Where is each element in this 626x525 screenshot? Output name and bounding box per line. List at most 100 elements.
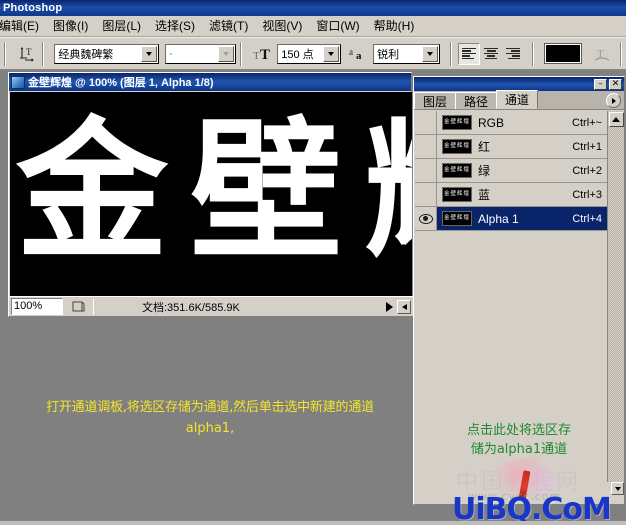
channel-list: 金壁辉煌 RGB Ctrl+~ 金壁辉煌 红 Ctrl+1 金壁辉煌 绿 Ctr… [415, 111, 608, 231]
channel-name-green: 绿 [478, 164, 491, 178]
channel-row-blue[interactable]: 金壁辉煌 蓝 Ctrl+3 [415, 183, 608, 207]
anti-alias-icon: a a [346, 41, 370, 66]
font-style-value: - [168, 47, 173, 60]
text-align-group [458, 42, 525, 65]
font-family-value: 经典魏碑繁 [58, 48, 114, 61]
tab-paths[interactable]: 路径 [455, 92, 498, 109]
font-style-select[interactable]: - [164, 43, 236, 64]
document-window: 金壁辉煌 @ 100% (图层 1, Alpha 1/8) 金壁辉 100% 文… [8, 72, 413, 317]
menu-window[interactable]: 窗口(W) [309, 17, 366, 36]
chevron-down-icon-4[interactable] [422, 45, 439, 62]
font-family-select[interactable]: 经典魏碑繁 [54, 43, 159, 64]
document-title: 金壁辉煌 @ 100% (图层 1, Alpha 1/8) [28, 77, 214, 89]
options-separator-6 [620, 41, 623, 66]
tool-options-bar: T 经典魏碑繁 - T T 150 点 a a 锐利 T [0, 37, 626, 70]
chevron-down-icon[interactable] [140, 45, 157, 62]
options-separator-5 [532, 41, 535, 66]
anti-alias-value: 锐利 [377, 48, 400, 61]
app-title: Photoshop [3, 2, 63, 14]
visibility-toggle-rgb[interactable] [415, 111, 437, 134]
annotation-green: 点击此处将选区存 储为alpha1通道 [424, 421, 614, 459]
visibility-toggle-red[interactable] [415, 135, 437, 158]
chevron-down-icon-2[interactable] [217, 45, 234, 62]
menu-view[interactable]: 视图(V) [255, 17, 309, 36]
annotation-yellow: 打开通道调板,将选区存储为通道,然后单击选中新建的通道 alpha1, [12, 397, 408, 439]
channel-name-red: 红 [478, 140, 491, 154]
text-color-swatch[interactable] [544, 43, 582, 64]
warp-text-icon[interactable]: T [590, 43, 614, 65]
tab-layers[interactable]: 图层 [414, 92, 457, 109]
align-center-icon[interactable] [480, 42, 503, 65]
menu-image[interactable]: 图像(I) [46, 17, 95, 36]
channel-name-alpha1: Alpha 1 [478, 211, 519, 226]
canvas-calligraphy-text: 金壁辉 [16, 101, 412, 280]
options-separator-2 [42, 41, 45, 66]
bottom-strip [0, 521, 626, 525]
align-left-icon[interactable] [458, 42, 481, 65]
channel-thumbnail-red: 金壁辉煌 [442, 139, 472, 154]
options-separator-3 [239, 41, 242, 66]
menu-edit[interactable]: 编辑(E) [0, 17, 46, 36]
status-divider [93, 298, 94, 315]
channel-row-alpha1[interactable]: 金壁辉煌 Alpha 1 Ctrl+4 [415, 207, 608, 231]
palette-close-button[interactable]: ✕ [609, 78, 622, 90]
text-orientation-icon[interactable]: T [16, 41, 39, 66]
svg-text:a: a [356, 50, 362, 62]
resize-grip-icon[interactable] [397, 299, 411, 314]
options-separator [4, 41, 6, 66]
menu-select[interactable]: 选择(S) [148, 17, 202, 36]
palette-tab-bar: 图层 路径 通道 [414, 90, 624, 110]
app-title-bar: Photoshop [0, 0, 626, 16]
document-title-bar: 金壁辉煌 @ 100% (图层 1, Alpha 1/8) [9, 73, 411, 91]
status-nav-group [386, 299, 413, 314]
menu-bar: 编辑(E) 图像(I) 图层(L) 选择(S) 滤镜(T) 视图(V) 窗口(W… [0, 16, 626, 37]
chevron-down-icon-3[interactable] [322, 45, 339, 62]
menu-filter[interactable]: 滤镜(T) [202, 17, 255, 36]
photoshop-window: Photoshop 编辑(E) 图像(I) 图层(L) 选择(S) 滤镜(T) … [0, 0, 626, 525]
channel-row-green[interactable]: 金壁辉煌 绿 Ctrl+2 [415, 159, 608, 183]
visibility-toggle-blue[interactable] [415, 183, 437, 206]
zoom-input[interactable]: 100% [11, 298, 63, 315]
channel-row-red[interactable]: 金壁辉煌 红 Ctrl+1 [415, 135, 608, 159]
image-canvas[interactable]: 金壁辉 [10, 92, 412, 296]
svg-text:T: T [26, 47, 32, 57]
annotation-yellow-line1: 打开通道调板,将选区存储为通道,然后单击选中新建的通道 [46, 400, 374, 415]
scroll-up-icon[interactable] [608, 112, 624, 127]
palette-minimize-button[interactable]: – [594, 78, 607, 90]
channel-thumbnail-rgb: 金壁辉煌 [442, 115, 472, 130]
preview-icon[interactable] [69, 299, 87, 315]
document-icon [11, 75, 25, 89]
palette-menu-icon[interactable] [606, 93, 621, 108]
menu-help[interactable]: 帮助(H) [367, 17, 422, 36]
align-right-icon[interactable] [502, 42, 525, 65]
visibility-toggle-alpha1[interactable] [415, 207, 437, 230]
options-separator-4 [450, 41, 453, 66]
anti-alias-select[interactable]: 锐利 [373, 43, 441, 64]
channel-name-rgb: RGB [478, 115, 505, 130]
visibility-toggle-green[interactable] [415, 159, 437, 182]
font-size-value: 150 点 [281, 48, 314, 61]
channel-thumbnail-blue: 金壁辉煌 [442, 187, 472, 202]
play-right-icon[interactable] [386, 301, 393, 312]
eye-icon [418, 213, 433, 224]
channel-shortcut-red: Ctrl+1 [572, 140, 602, 153]
channel-thumbnail-alpha1: 金壁辉煌 [442, 211, 472, 226]
font-size-select[interactable]: 150 点 [277, 43, 341, 64]
annotation-yellow-line2: alpha1, [185, 421, 235, 436]
document-status-bar: 100% 文档:351.6K/585.9K [9, 296, 413, 316]
svg-text:T: T [253, 50, 260, 62]
font-size-icon: T T [251, 41, 275, 66]
menu-layer[interactable]: 图层(L) [95, 17, 148, 36]
annotation-green-line2: 储为alpha1通道 [470, 442, 568, 457]
channel-shortcut-green: Ctrl+2 [572, 164, 602, 177]
channel-thumbnail-green: 金壁辉煌 [442, 163, 472, 178]
document-size-info: 文档:351.6K/585.9K [142, 301, 240, 314]
annotation-green-line1: 点击此处将选区存 [466, 423, 571, 438]
palette-title-bar: – ✕ [414, 77, 624, 91]
channel-row-rgb[interactable]: 金壁辉煌 RGB Ctrl+~ [415, 111, 608, 135]
svg-text:T: T [260, 47, 270, 63]
channel-shortcut-alpha1: Ctrl+4 [572, 212, 602, 225]
tab-channels[interactable]: 通道 [496, 90, 539, 109]
channel-shortcut-blue: Ctrl+3 [572, 188, 602, 201]
channel-shortcut-rgb: Ctrl+~ [572, 116, 602, 129]
